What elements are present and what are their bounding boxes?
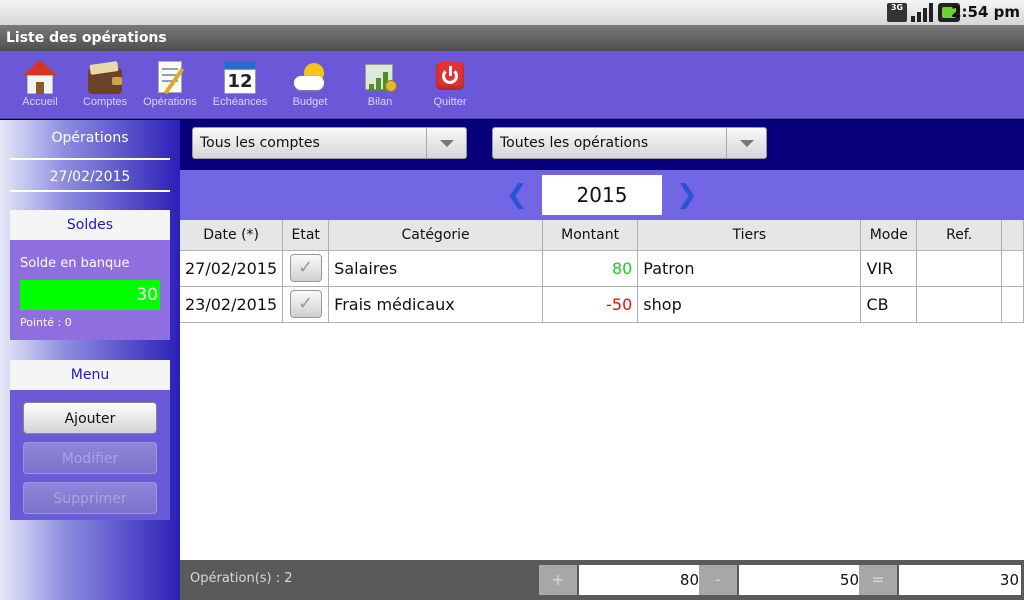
solde-label: Solde en banque — [20, 256, 130, 271]
toolbar-echeances-button[interactable]: 12 Echéances — [209, 57, 271, 117]
calendar-icon: 12 — [221, 60, 259, 96]
signal-icon — [911, 3, 933, 22]
total-credits: 80 — [579, 565, 701, 595]
toolbar-label: Accueil — [22, 96, 58, 108]
chart-icon — [361, 60, 399, 96]
column-header-ref[interactable]: Ref. — [916, 220, 1003, 251]
account-select-value: Tous les comptes — [200, 135, 320, 151]
toolbar-comptes-button[interactable]: Comptes — [74, 57, 136, 117]
minus-sign: - — [699, 565, 737, 595]
column-header-categorie[interactable]: Catégorie — [328, 220, 543, 251]
menu-panel: Ajouter Modifier Supprimer — [10, 390, 170, 520]
table-row[interactable]: 23/02/2015 ✓ Frais médicaux -50 shop CB — [180, 286, 1024, 323]
checked-checkbox[interactable]: ✓ — [289, 254, 322, 282]
divider — [10, 158, 170, 160]
column-header-montant[interactable]: Montant — [542, 220, 639, 251]
edit-button[interactable]: Modifier — [23, 442, 157, 474]
wallet-icon — [86, 60, 124, 96]
toolbar-label: Opérations — [143, 96, 197, 108]
status-time: 2:54 pm — [951, 3, 1020, 21]
toolbar-label: Comptes — [82, 96, 128, 108]
cell-categorie: Salaires — [328, 250, 543, 287]
status-bar: 3G 2:54 pm — [0, 0, 1024, 25]
column-header-extra — [1001, 220, 1024, 251]
cell-ref — [916, 286, 1003, 323]
column-header-etat[interactable]: Etat — [282, 220, 330, 251]
calendar-day: 12 — [224, 69, 256, 94]
operation-count: Opération(s) : 2 — [190, 571, 293, 586]
cell-tiers: Patron — [637, 250, 862, 287]
cell-mode: CB — [860, 286, 918, 323]
main-panel: Tous les comptes Toutes les opérations ❮… — [180, 120, 1024, 600]
cell-tiers: shop — [637, 286, 862, 323]
total-debits: 50 — [739, 565, 861, 595]
table-header-row: Date (*) Etat Catégorie Montant Tiers Mo… — [180, 220, 1024, 251]
toolbar: Accueil Comptes Opérations 12 Echéances … — [0, 51, 1024, 119]
toolbar-quitter-button[interactable]: Quitter — [419, 57, 481, 117]
filter-bar: Tous les comptes Toutes les opérations — [180, 120, 1024, 170]
column-header-date[interactable]: Date (*) — [180, 220, 284, 251]
toolbar-budget-button[interactable]: Budget — [279, 57, 341, 117]
year-navigation: ❮ 2015 ❯ — [180, 170, 1024, 220]
notepad-icon — [151, 60, 189, 96]
pointe-count: Pointé : 0 — [20, 316, 72, 329]
weather-icon — [291, 60, 329, 96]
toolbar-accueil-button[interactable]: Accueil — [9, 57, 71, 117]
soldes-header: Soldes — [10, 210, 170, 240]
cell-extra — [1001, 286, 1024, 323]
operation-type-select-value: Toutes les opérations — [500, 135, 649, 151]
delete-button[interactable]: Supprimer — [23, 482, 157, 514]
toolbar-bilan-button[interactable]: Bilan — [349, 57, 411, 117]
cell-mode: VIR — [860, 250, 918, 287]
menu-header: Menu — [10, 360, 170, 390]
account-select[interactable]: Tous les comptes — [192, 127, 467, 159]
toolbar-label: Quitter — [433, 96, 467, 108]
toolbar-label: Echéances — [212, 96, 268, 108]
column-header-tiers[interactable]: Tiers — [637, 220, 862, 251]
totals-footer: Opération(s) : 2 + 80 - 50 = 30 — [180, 560, 1024, 600]
chevron-down-icon — [426, 128, 466, 158]
divider — [10, 190, 170, 192]
cell-etat: ✓ — [282, 286, 330, 323]
cell-date: 23/02/2015 — [180, 286, 284, 323]
sidebar: Opérations 27/02/2015 Soldes Solde en ba… — [0, 120, 180, 600]
equal-sign: = — [859, 565, 897, 595]
table-row[interactable]: 27/02/2015 ✓ Salaires 80 Patron VIR — [180, 250, 1024, 287]
cell-categorie: Frais médicaux — [328, 286, 543, 323]
power-icon — [431, 60, 469, 96]
toolbar-operations-button[interactable]: Opérations — [139, 57, 201, 117]
cell-montant: -50 — [542, 286, 639, 323]
operation-type-select[interactable]: Toutes les opérations — [492, 127, 767, 159]
cell-date: 27/02/2015 — [180, 250, 284, 287]
cell-extra — [1001, 250, 1024, 287]
solde-value: 30 — [20, 280, 160, 310]
add-button[interactable]: Ajouter — [23, 402, 157, 434]
cell-ref — [916, 250, 1003, 287]
cell-etat: ✓ — [282, 250, 330, 287]
checked-checkbox[interactable]: ✓ — [289, 290, 322, 318]
year-display: 2015 — [542, 175, 662, 215]
previous-year-icon[interactable]: ❮ — [506, 182, 528, 208]
home-icon — [21, 60, 59, 96]
sidebar-title: Opérations — [51, 130, 129, 146]
window-title: Liste des opérations — [0, 25, 1024, 51]
sidebar-date: 27/02/2015 — [49, 169, 131, 185]
app-window: 3G 2:54 pm Liste des opérations Accueil … — [0, 0, 1024, 600]
soldes-panel: Solde en banque 30 Pointé : 0 — [10, 240, 170, 340]
total-balance: 30 — [899, 565, 1021, 595]
next-year-icon[interactable]: ❯ — [676, 182, 698, 208]
toolbar-label: Bilan — [367, 96, 393, 108]
toolbar-label: Budget — [292, 96, 328, 108]
3g-icon: 3G — [887, 3, 907, 22]
chevron-down-icon — [726, 128, 766, 158]
plus-sign: + — [539, 565, 577, 595]
cell-montant: 80 — [542, 250, 639, 287]
column-header-mode[interactable]: Mode — [860, 220, 918, 251]
operations-table: Date (*) Etat Catégorie Montant Tiers Mo… — [180, 220, 1024, 323]
